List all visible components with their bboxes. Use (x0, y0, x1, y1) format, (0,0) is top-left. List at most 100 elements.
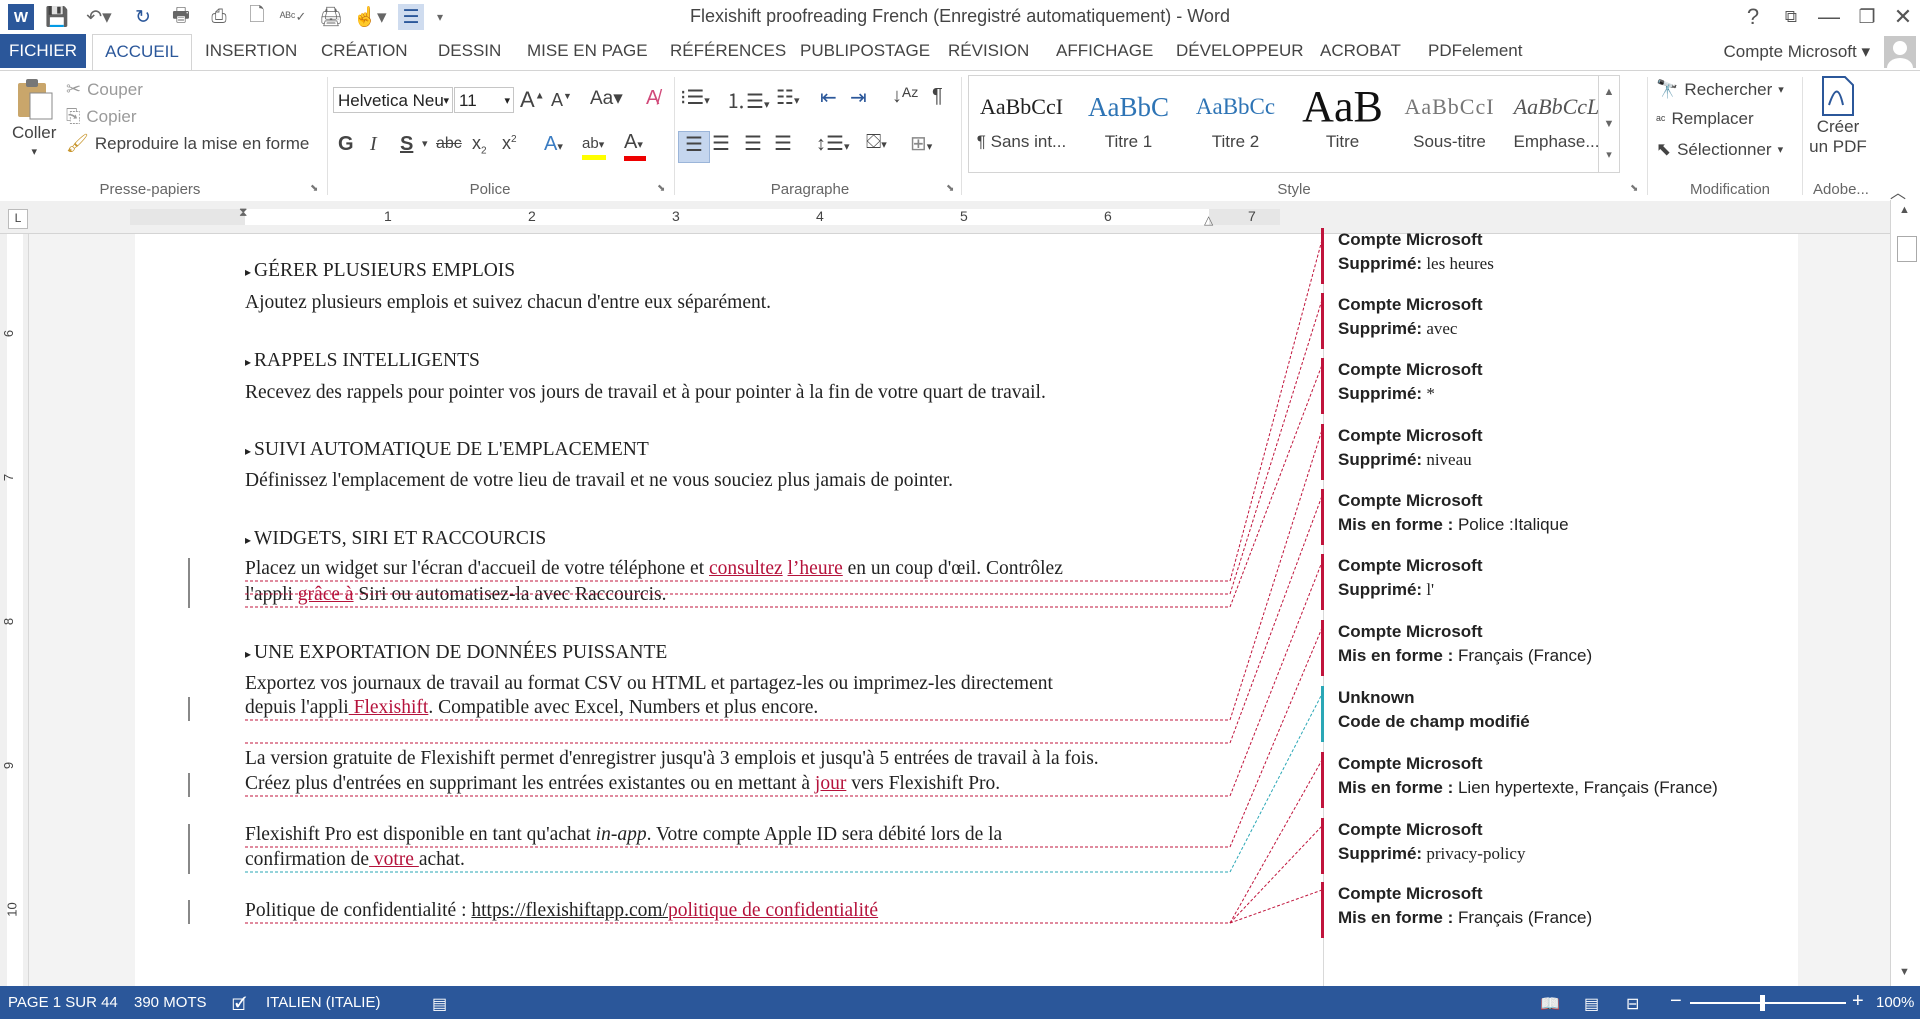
scroll-thumb[interactable] (1897, 236, 1917, 262)
paragraph[interactable]: Flexishift Pro est disponible en tant qu… (245, 824, 1002, 846)
revision-balloon[interactable]: Compte Microsoft Mis en forme : Police :I… (1321, 489, 1741, 545)
account-name[interactable]: Compte Microsoft ▾ (1724, 42, 1870, 62)
revision-balloon[interactable]: Compte Microsoft Supprimé: les heures (1321, 228, 1741, 284)
change-case-icon[interactable]: Aa▾ (590, 87, 623, 110)
revision-balloon[interactable]: Compte Microsoft Supprimé: privacy-policy (1321, 818, 1741, 874)
tab-mise-en-page[interactable]: MISE EN PAGE (527, 34, 648, 68)
clear-formatting-icon[interactable]: A̸ (646, 87, 659, 110)
paste-dropdown-icon[interactable]: ▾ (31, 145, 37, 158)
tab-accueil[interactable]: ACCUEIL (92, 34, 192, 71)
revision-balloon[interactable]: Unknown Code de champ modifié (1321, 686, 1741, 742)
align-center-icon[interactable]: ☰ (712, 131, 730, 156)
revision-balloon[interactable]: Compte Microsoft Supprimé: niveau (1321, 424, 1741, 480)
cut-button[interactable]: ✂ Couper (66, 79, 143, 100)
numbering-icon[interactable]: ⒈☰▾ (726, 85, 769, 114)
shrink-font-icon[interactable]: A▼ (551, 90, 572, 111)
tab-dessin[interactable]: DESSIN (438, 34, 501, 68)
heading-manage-jobs[interactable]: ▸ GÉRER PLUSIEURS EMPLOIS (245, 260, 515, 282)
tab-references[interactable]: RÉFÉRENCES (670, 34, 786, 68)
paragraph[interactable]: La version gratuite de Flexishift permet… (245, 748, 1099, 770)
vertical-scrollbar[interactable]: ▲ ▼ (1890, 200, 1920, 986)
paste-button[interactable]: Coller ▾ (12, 77, 56, 158)
heading-export[interactable]: ▸ UNE EXPORTATION DE DONNÉES PUISSANTE (245, 642, 667, 664)
bullets-icon[interactable]: ⁝☰▾ (680, 85, 710, 110)
paragraph[interactable]: Recevez des rappels pour pointer vos jou… (245, 382, 1046, 404)
align-left-icon[interactable]: ☰ (678, 131, 710, 163)
subscript-icon[interactable]: x2 (472, 133, 487, 157)
scroll-up-icon[interactable]: ▲ (1899, 204, 1910, 216)
indent-marker-icon[interactable]: ⧗ (239, 205, 247, 220)
ribbon-display-icon[interactable]: ⧉ (1774, 2, 1808, 32)
hyperlink[interactable]: https://flexishiftapp.com/ (471, 900, 668, 921)
close-icon[interactable]: ✕ (1886, 2, 1920, 32)
maximize-icon[interactable]: ❐ (1850, 2, 1884, 32)
right-indent-icon[interactable]: △ (1204, 213, 1213, 227)
tab-acrobat[interactable]: ACROBAT (1320, 34, 1401, 68)
heading-location[interactable]: ▸ SUIVI AUTOMATIQUE DE L'EMPLACEMENT (245, 439, 649, 461)
gallery-more-icon[interactable]: ▾ (1599, 140, 1619, 170)
style-heading-2[interactable]: AaBbCc Titre 2 (1183, 82, 1288, 174)
heading-widgets[interactable]: ▸ WIDGETS, SIRI ET RACCOURCIS (245, 528, 546, 550)
gallery-down-icon[interactable]: ▼ (1599, 108, 1619, 140)
font-color-icon[interactable]: A ▾ (624, 131, 646, 161)
zoom-slider-thumb[interactable] (1760, 995, 1765, 1011)
replace-button[interactable]: ᵃᶜ Remplacer (1656, 109, 1754, 129)
underline-dropdown-icon[interactable]: ▾ (422, 137, 428, 150)
grow-font-icon[interactable]: A▲ (520, 87, 545, 113)
revision-balloon[interactable]: Compte Microsoft Mis en forme : Lien hype… (1321, 752, 1741, 808)
paragraph[interactable]: depuis l'appli Flexishift. Compatible av… (245, 697, 818, 719)
help-button[interactable]: ? (1736, 2, 1770, 32)
tab-fichier[interactable]: FICHIER (0, 34, 86, 68)
font-size-select[interactable]: 11 ▾ (454, 87, 514, 113)
revision-balloon[interactable]: Compte Microsoft Supprimé: avec (1321, 293, 1741, 349)
increase-indent-icon[interactable]: ⇥ (850, 85, 867, 110)
paragraph[interactable]: Créez plus d'entrées en supprimant les e… (245, 773, 1000, 795)
read-mode-icon[interactable]: 📖 (1540, 994, 1560, 1014)
highlight-icon[interactable]: ab ▾ (582, 131, 606, 160)
tab-insertion[interactable]: INSERTION (205, 34, 297, 68)
language-indicator[interactable]: ITALIEN (ITALIE) (266, 994, 380, 1011)
minimize-icon[interactable]: — (1812, 2, 1846, 32)
zoom-out-icon[interactable]: − (1670, 990, 1682, 1013)
bold-icon[interactable]: G (338, 133, 354, 156)
paragraph[interactable]: Exportez vos journaux de travail au form… (245, 673, 1053, 695)
tab-selector-icon[interactable]: L (8, 209, 28, 229)
text-effects-icon[interactable]: A▾ (544, 133, 563, 156)
zoom-in-icon[interactable]: + (1852, 990, 1864, 1013)
justify-icon[interactable]: ☰ (774, 131, 792, 156)
revision-balloon[interactable]: Compte Microsoft Supprimé: * (1321, 358, 1741, 414)
scroll-down-icon[interactable]: ▼ (1899, 966, 1910, 978)
underline-icon[interactable]: S (400, 133, 413, 156)
web-layout-icon[interactable]: ⊟ (1626, 994, 1639, 1014)
paragraph[interactable]: Définissez l'emplacement de votre lieu d… (245, 470, 953, 492)
tab-pdfelement[interactable]: PDFelement (1428, 34, 1522, 68)
macro-icon[interactable]: ▤ (432, 994, 447, 1014)
word-count[interactable]: 390 MOTS (134, 994, 207, 1011)
ruler-track[interactable]: 1 2 3 4 5 6 7 (130, 208, 1280, 225)
paragraph[interactable]: Politique de confidentialité : https://f… (245, 900, 878, 922)
revision-balloon[interactable]: Compte Microsoft Mis en forme : Français … (1321, 620, 1741, 676)
proofing-icon[interactable]: 🗹 (232, 994, 246, 1021)
align-right-icon[interactable]: ☰ (744, 131, 762, 156)
format-painter-button[interactable]: 🖌 Reproduire la mise en forme (66, 133, 309, 154)
style-title[interactable]: AaB Titre (1290, 82, 1395, 174)
pilcrow-icon[interactable]: ¶ (932, 85, 943, 108)
borders-icon[interactable]: ⊞▾ (910, 131, 932, 156)
style-subtitle[interactable]: AaBbCcI Sous-titre (1397, 82, 1502, 174)
tab-revision[interactable]: RÉVISION (948, 34, 1029, 68)
heading-reminders[interactable]: ▸ RAPPELS INTELLIGENTS (245, 350, 480, 372)
font-launcher-icon[interactable]: ⬊ (657, 183, 665, 194)
clipboard-launcher-icon[interactable]: ⬊ (310, 183, 318, 194)
gallery-up-icon[interactable]: ▲ (1599, 76, 1619, 108)
print-layout-icon[interactable]: ▤ (1584, 994, 1599, 1014)
multilevel-list-icon[interactable]: ☷▾ (776, 85, 799, 110)
zoom-slider[interactable] (1690, 1002, 1846, 1004)
paragraph[interactable]: Placez un widget sur l'écran d'accueil d… (245, 558, 1063, 580)
tab-developpeur[interactable]: DÉVELOPPEUR (1176, 34, 1304, 68)
copy-button[interactable]: ⎘ Copier (66, 106, 137, 127)
paragraph-launcher-icon[interactable]: ⬊ (946, 183, 954, 194)
tab-publipostage[interactable]: PUBLIPOSTAGE (800, 34, 930, 68)
font-name-select[interactable]: Helvetica Neu ▾ (333, 87, 453, 113)
avatar[interactable] (1884, 36, 1916, 68)
find-button[interactable]: 🔭 Rechercher ▾ (1656, 79, 1784, 100)
